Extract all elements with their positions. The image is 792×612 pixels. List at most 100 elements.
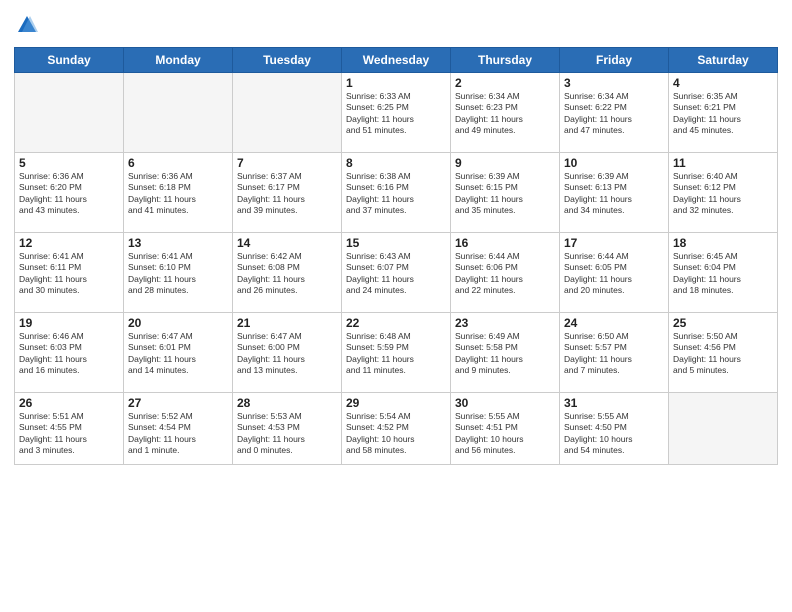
calendar-cell: 11Sunrise: 6:40 AM Sunset: 6:12 PM Dayli… [669, 153, 778, 233]
calendar-week-1: 1Sunrise: 6:33 AM Sunset: 6:25 PM Daylig… [15, 73, 778, 153]
day-number: 9 [455, 156, 555, 170]
calendar-cell: 19Sunrise: 6:46 AM Sunset: 6:03 PM Dayli… [15, 313, 124, 393]
cell-info: Sunrise: 6:44 AM Sunset: 6:06 PM Dayligh… [455, 251, 555, 297]
calendar-cell: 28Sunrise: 5:53 AM Sunset: 4:53 PM Dayli… [233, 393, 342, 465]
calendar-cell: 24Sunrise: 6:50 AM Sunset: 5:57 PM Dayli… [560, 313, 669, 393]
cell-info: Sunrise: 5:55 AM Sunset: 4:51 PM Dayligh… [455, 411, 555, 457]
cell-info: Sunrise: 6:48 AM Sunset: 5:59 PM Dayligh… [346, 331, 446, 377]
day-number: 26 [19, 396, 119, 410]
day-number: 11 [673, 156, 773, 170]
cell-info: Sunrise: 6:33 AM Sunset: 6:25 PM Dayligh… [346, 91, 446, 137]
calendar-cell: 31Sunrise: 5:55 AM Sunset: 4:50 PM Dayli… [560, 393, 669, 465]
day-number: 20 [128, 316, 228, 330]
cell-info: Sunrise: 6:39 AM Sunset: 6:15 PM Dayligh… [455, 171, 555, 217]
cell-info: Sunrise: 6:34 AM Sunset: 6:22 PM Dayligh… [564, 91, 664, 137]
calendar-cell: 8Sunrise: 6:38 AM Sunset: 6:16 PM Daylig… [342, 153, 451, 233]
day-header-friday: Friday [560, 48, 669, 73]
calendar-cell [124, 73, 233, 153]
cell-info: Sunrise: 5:50 AM Sunset: 4:56 PM Dayligh… [673, 331, 773, 377]
day-number: 28 [237, 396, 337, 410]
day-number: 22 [346, 316, 446, 330]
day-number: 19 [19, 316, 119, 330]
calendar-cell: 4Sunrise: 6:35 AM Sunset: 6:21 PM Daylig… [669, 73, 778, 153]
calendar-week-5: 26Sunrise: 5:51 AM Sunset: 4:55 PM Dayli… [15, 393, 778, 465]
day-header-sunday: Sunday [15, 48, 124, 73]
calendar-cell: 16Sunrise: 6:44 AM Sunset: 6:06 PM Dayli… [451, 233, 560, 313]
calendar-week-4: 19Sunrise: 6:46 AM Sunset: 6:03 PM Dayli… [15, 313, 778, 393]
calendar-cell: 18Sunrise: 6:45 AM Sunset: 6:04 PM Dayli… [669, 233, 778, 313]
day-number: 6 [128, 156, 228, 170]
day-number: 12 [19, 236, 119, 250]
calendar-cell: 12Sunrise: 6:41 AM Sunset: 6:11 PM Dayli… [15, 233, 124, 313]
page-header [14, 10, 778, 41]
calendar-cell: 5Sunrise: 6:36 AM Sunset: 6:20 PM Daylig… [15, 153, 124, 233]
cell-info: Sunrise: 5:51 AM Sunset: 4:55 PM Dayligh… [19, 411, 119, 457]
calendar-cell: 26Sunrise: 5:51 AM Sunset: 4:55 PM Dayli… [15, 393, 124, 465]
calendar-table: SundayMondayTuesdayWednesdayThursdayFrid… [14, 47, 778, 465]
day-header-wednesday: Wednesday [342, 48, 451, 73]
day-number: 3 [564, 76, 664, 90]
cell-info: Sunrise: 6:36 AM Sunset: 6:18 PM Dayligh… [128, 171, 228, 217]
day-number: 31 [564, 396, 664, 410]
calendar-cell [669, 393, 778, 465]
cell-info: Sunrise: 6:39 AM Sunset: 6:13 PM Dayligh… [564, 171, 664, 217]
cell-info: Sunrise: 5:55 AM Sunset: 4:50 PM Dayligh… [564, 411, 664, 457]
day-number: 23 [455, 316, 555, 330]
day-number: 16 [455, 236, 555, 250]
calendar-cell: 3Sunrise: 6:34 AM Sunset: 6:22 PM Daylig… [560, 73, 669, 153]
cell-info: Sunrise: 6:34 AM Sunset: 6:23 PM Dayligh… [455, 91, 555, 137]
calendar-cell: 6Sunrise: 6:36 AM Sunset: 6:18 PM Daylig… [124, 153, 233, 233]
day-header-tuesday: Tuesday [233, 48, 342, 73]
calendar-week-3: 12Sunrise: 6:41 AM Sunset: 6:11 PM Dayli… [15, 233, 778, 313]
day-number: 2 [455, 76, 555, 90]
day-number: 27 [128, 396, 228, 410]
logo [14, 14, 38, 41]
day-header-monday: Monday [124, 48, 233, 73]
day-number: 14 [237, 236, 337, 250]
day-number: 7 [237, 156, 337, 170]
calendar-cell: 22Sunrise: 6:48 AM Sunset: 5:59 PM Dayli… [342, 313, 451, 393]
page-container: SundayMondayTuesdayWednesdayThursdayFrid… [0, 0, 792, 471]
cell-info: Sunrise: 6:45 AM Sunset: 6:04 PM Dayligh… [673, 251, 773, 297]
day-number: 30 [455, 396, 555, 410]
cell-info: Sunrise: 6:50 AM Sunset: 5:57 PM Dayligh… [564, 331, 664, 377]
calendar-week-2: 5Sunrise: 6:36 AM Sunset: 6:20 PM Daylig… [15, 153, 778, 233]
cell-info: Sunrise: 5:54 AM Sunset: 4:52 PM Dayligh… [346, 411, 446, 457]
calendar-cell: 9Sunrise: 6:39 AM Sunset: 6:15 PM Daylig… [451, 153, 560, 233]
day-number: 18 [673, 236, 773, 250]
cell-info: Sunrise: 6:43 AM Sunset: 6:07 PM Dayligh… [346, 251, 446, 297]
cell-info: Sunrise: 6:35 AM Sunset: 6:21 PM Dayligh… [673, 91, 773, 137]
cell-info: Sunrise: 6:41 AM Sunset: 6:11 PM Dayligh… [19, 251, 119, 297]
calendar-cell: 1Sunrise: 6:33 AM Sunset: 6:25 PM Daylig… [342, 73, 451, 153]
cell-info: Sunrise: 6:49 AM Sunset: 5:58 PM Dayligh… [455, 331, 555, 377]
calendar-cell: 15Sunrise: 6:43 AM Sunset: 6:07 PM Dayli… [342, 233, 451, 313]
calendar-cell: 7Sunrise: 6:37 AM Sunset: 6:17 PM Daylig… [233, 153, 342, 233]
calendar-cell: 14Sunrise: 6:42 AM Sunset: 6:08 PM Dayli… [233, 233, 342, 313]
cell-info: Sunrise: 6:47 AM Sunset: 6:00 PM Dayligh… [237, 331, 337, 377]
calendar-cell: 27Sunrise: 5:52 AM Sunset: 4:54 PM Dayli… [124, 393, 233, 465]
cell-info: Sunrise: 6:41 AM Sunset: 6:10 PM Dayligh… [128, 251, 228, 297]
cell-info: Sunrise: 6:42 AM Sunset: 6:08 PM Dayligh… [237, 251, 337, 297]
day-number: 21 [237, 316, 337, 330]
cell-info: Sunrise: 6:46 AM Sunset: 6:03 PM Dayligh… [19, 331, 119, 377]
cell-info: Sunrise: 6:36 AM Sunset: 6:20 PM Dayligh… [19, 171, 119, 217]
day-number: 4 [673, 76, 773, 90]
day-number: 25 [673, 316, 773, 330]
calendar-cell: 10Sunrise: 6:39 AM Sunset: 6:13 PM Dayli… [560, 153, 669, 233]
calendar-cell [233, 73, 342, 153]
day-number: 13 [128, 236, 228, 250]
calendar-cell: 17Sunrise: 6:44 AM Sunset: 6:05 PM Dayli… [560, 233, 669, 313]
day-header-thursday: Thursday [451, 48, 560, 73]
logo-icon [16, 14, 38, 36]
calendar-cell: 30Sunrise: 5:55 AM Sunset: 4:51 PM Dayli… [451, 393, 560, 465]
day-number: 24 [564, 316, 664, 330]
calendar-cell: 25Sunrise: 5:50 AM Sunset: 4:56 PM Dayli… [669, 313, 778, 393]
day-number: 17 [564, 236, 664, 250]
calendar-cell: 13Sunrise: 6:41 AM Sunset: 6:10 PM Dayli… [124, 233, 233, 313]
day-number: 15 [346, 236, 446, 250]
day-number: 10 [564, 156, 664, 170]
calendar-cell: 21Sunrise: 6:47 AM Sunset: 6:00 PM Dayli… [233, 313, 342, 393]
day-number: 5 [19, 156, 119, 170]
day-number: 1 [346, 76, 446, 90]
calendar-cell: 2Sunrise: 6:34 AM Sunset: 6:23 PM Daylig… [451, 73, 560, 153]
